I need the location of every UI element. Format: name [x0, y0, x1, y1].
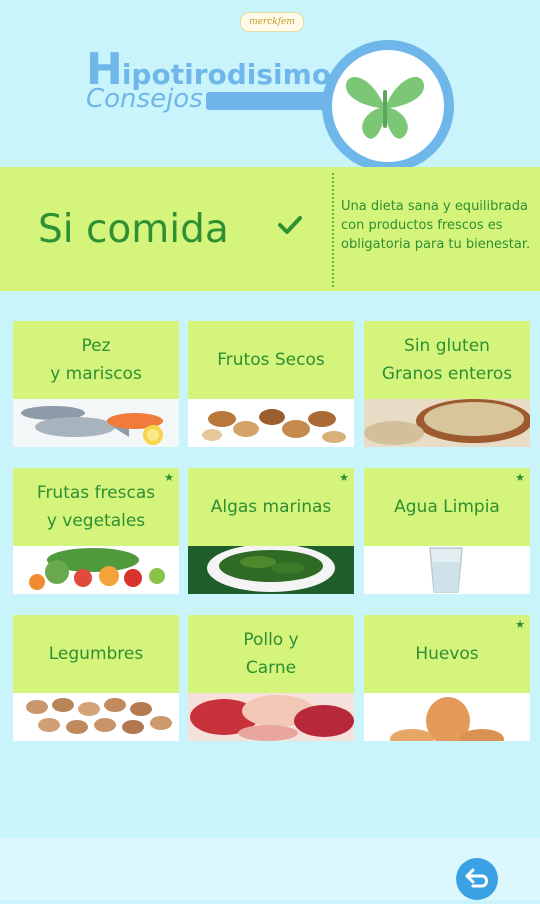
- check-icon: [278, 216, 302, 234]
- diet-banner: Si comida Una dieta sana y equilibrada c…: [0, 167, 540, 291]
- tile-frutas-vegetales[interactable]: Frutas frescas y vegetales ★: [13, 468, 179, 594]
- tile-header: Legumbres: [13, 615, 179, 693]
- water-glass-icon: [364, 546, 530, 594]
- seaweed-icon: [188, 546, 354, 594]
- tile-header: Algas marinas: [188, 468, 354, 546]
- grains-icon: [364, 399, 530, 447]
- tile-label: Frutos Secos: [217, 350, 325, 370]
- tile-label: Pollo y Carne: [243, 630, 299, 678]
- nuts-icon: [188, 399, 354, 447]
- back-button[interactable]: [456, 858, 498, 900]
- tile-header: Pollo y Carne: [188, 615, 354, 693]
- tile-algas-marinas[interactable]: Algas marinas ★: [188, 468, 354, 594]
- tile-pollo-carne[interactable]: Pollo y Carne: [188, 615, 354, 741]
- tile-header: Frutos Secos: [188, 321, 354, 399]
- banner-description: Una dieta sana y equilibrada con product…: [341, 199, 531, 252]
- tile-label: Sin gluten Granos enteros: [381, 336, 513, 384]
- app-subtitle: Consejos: [86, 84, 203, 114]
- tile-legumbres[interactable]: Legumbres: [13, 615, 179, 741]
- tile-header: Frutas frescas y vegetales: [13, 468, 179, 546]
- tile-sin-gluten[interactable]: Sin gluten Granos enteros: [364, 321, 530, 447]
- star-icon: ★: [515, 471, 525, 484]
- brand-logo: merckfem: [240, 12, 304, 32]
- tile-frutos-secos[interactable]: Frutos Secos: [188, 321, 354, 447]
- tile-label: Legumbres: [48, 644, 144, 664]
- tile-label: Algas marinas: [210, 497, 332, 517]
- tile-header: Sin gluten Granos enteros: [364, 321, 530, 399]
- vegetables-icon: [13, 546, 179, 594]
- star-icon: ★: [515, 618, 525, 631]
- back-arrow-icon: [465, 868, 488, 888]
- magnifier-handle: [206, 92, 334, 110]
- star-icon: ★: [164, 471, 174, 484]
- tile-huevos[interactable]: Huevos ★: [364, 615, 530, 741]
- tile-label: Frutas frescas y vegetales: [36, 483, 156, 531]
- tile-agua-limpia[interactable]: Agua Limpia ★: [364, 468, 530, 594]
- fish-icon: [13, 399, 179, 447]
- banner-divider: [332, 173, 334, 287]
- tile-header: Pez y mariscos: [13, 321, 179, 399]
- tile-header: Agua Limpia: [364, 468, 530, 546]
- banner-title: Si comida: [38, 207, 229, 252]
- meat-icon: [188, 693, 354, 741]
- tile-label: Pez y mariscos: [50, 336, 142, 384]
- tile-header: Huevos: [364, 615, 530, 693]
- tile-label: Agua Limpia: [394, 497, 500, 517]
- star-icon: ★: [339, 471, 349, 484]
- beans-icon: [13, 693, 179, 741]
- eggs-icon: [364, 693, 530, 741]
- tile-pez-mariscos[interactable]: Pez y mariscos: [13, 321, 179, 447]
- tile-label: Huevos: [415, 644, 479, 664]
- butterfly-icon: [346, 76, 424, 139]
